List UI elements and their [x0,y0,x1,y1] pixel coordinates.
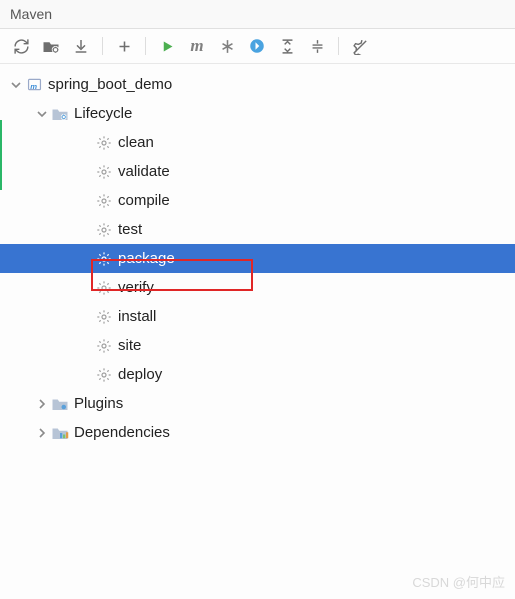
goal-site[interactable]: site [0,331,515,360]
collapse-icon[interactable] [274,34,300,58]
dependencies-label: Dependencies [74,424,170,441]
goal-label: test [118,221,142,238]
watermark-text: CSDN @何中应 [412,572,505,591]
folder-plugins-icon [50,394,70,414]
plugins-label: Plugins [74,395,123,412]
chevron-down-icon[interactable] [8,77,24,93]
project-label: spring_boot_demo [48,76,172,93]
goal-test[interactable]: test [0,215,515,244]
expand-icon[interactable] [304,34,330,58]
goal-validate[interactable]: validate [0,157,515,186]
goal-deploy[interactable]: deploy [0,360,515,389]
gear-icon [94,191,114,211]
goal-label: deploy [118,366,162,383]
execute-goal-icon[interactable]: m [184,34,210,58]
svg-text:m: m [30,82,37,91]
refresh-icon[interactable] [8,34,34,58]
toggle-offline-icon[interactable] [214,34,240,58]
gutter-marker [0,120,2,190]
folder-deps-icon [50,423,70,443]
maven-module-icon: m [24,75,44,95]
goal-label: site [118,337,141,354]
lifecycle-label: Lifecycle [74,105,132,122]
goal-package[interactable]: package [0,244,515,273]
goal-label: compile [118,192,170,209]
run-icon[interactable] [154,34,180,58]
folder-gear-icon [50,104,70,124]
settings-icon[interactable] [347,34,373,58]
gear-icon [94,249,114,269]
goal-label: verify [118,279,154,296]
gear-icon [94,220,114,240]
plugins-node[interactable]: Plugins [0,389,515,418]
goal-label: package [118,250,175,267]
goal-clean[interactable]: clean [0,128,515,157]
goal-label: clean [118,134,154,151]
gear-icon [94,336,114,356]
gear-icon [94,365,114,385]
maven-toolbar: m [0,29,515,64]
panel-title: Maven [0,0,515,29]
chevron-right-icon[interactable] [34,425,50,441]
goal-install[interactable]: install [0,302,515,331]
chevron-right-icon[interactable] [34,396,50,412]
dependencies-node[interactable]: Dependencies [0,418,515,447]
gear-icon [94,133,114,153]
gear-icon [94,278,114,298]
separator [145,37,146,55]
goal-label: validate [118,163,170,180]
chevron-down-icon[interactable] [34,106,50,122]
lifecycle-node[interactable]: Lifecycle [0,99,515,128]
gear-icon [94,307,114,327]
separator [338,37,339,55]
skip-tests-icon[interactable] [244,34,270,58]
goal-verify[interactable]: verify [0,273,515,302]
add-icon[interactable] [111,34,137,58]
separator [102,37,103,55]
gear-icon [94,162,114,182]
generate-sources-icon[interactable] [38,34,64,58]
goal-label: install [118,308,156,325]
download-icon[interactable] [68,34,94,58]
maven-tree: m spring_boot_demo Lifecycle clean valida… [0,64,515,453]
goal-compile[interactable]: compile [0,186,515,215]
project-node[interactable]: m spring_boot_demo [0,70,515,99]
